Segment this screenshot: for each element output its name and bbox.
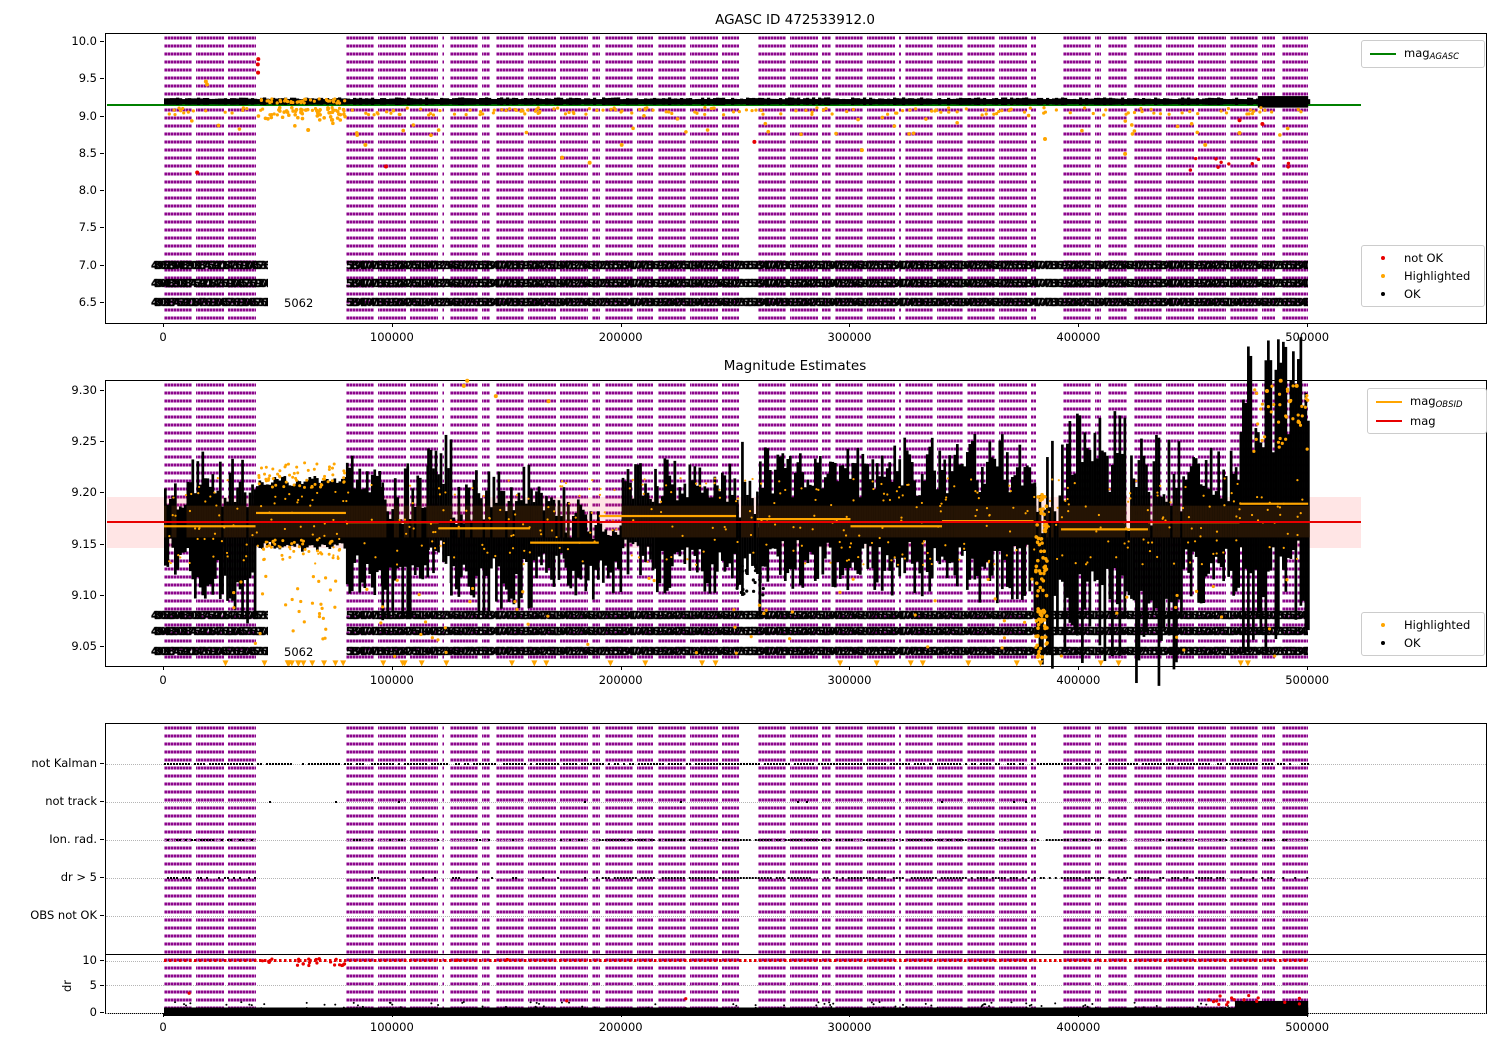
x-tick-mark <box>1078 323 1080 327</box>
category-label: not Kalman <box>31 756 97 770</box>
x-tick-label: 200000 <box>598 330 643 344</box>
x-tick-label: 400000 <box>1056 673 1101 687</box>
plot2-title: Magnitude Estimates <box>723 358 867 374</box>
y-tick-mark <box>100 915 104 916</box>
x-tick-label: 500000 <box>1285 1020 1330 1034</box>
x-tick-label: 300000 <box>827 673 872 687</box>
y-tick-label: 9.15 <box>71 536 97 551</box>
plot2-axes: 4890518904182903187463920184736192048573… <box>105 337 1487 686</box>
x-tick-label: 100000 <box>369 1020 414 1034</box>
category-label: OBS not OK <box>30 908 97 922</box>
x-tick-mark <box>620 323 622 327</box>
y-tick-mark <box>100 960 104 961</box>
x-tick-label: 100000 <box>369 330 414 344</box>
plot1-scatter-layer <box>164 57 1311 175</box>
x-tick-label: 0 <box>159 673 167 687</box>
y-tick-mark <box>100 839 104 840</box>
x-tick-mark <box>849 323 851 327</box>
x-tick-label: 300000 <box>827 330 872 344</box>
x-tick-label: 500000 <box>1285 673 1330 687</box>
y-tick-mark <box>100 801 104 802</box>
y-tick-label: 7.0 <box>78 257 97 272</box>
x-tick-label: 0 <box>159 330 167 344</box>
y-tick-label: 9.25 <box>71 434 97 449</box>
plot3-scatter-layer <box>164 763 1309 1016</box>
x-tick-label: 0 <box>159 1020 167 1034</box>
y-tick-mark <box>100 390 104 391</box>
x-tick-mark <box>163 323 164 327</box>
y-tick-mark <box>100 441 104 443</box>
y-tick-mark <box>100 264 104 266</box>
y-tick-mark <box>100 152 104 154</box>
y-tick-mark <box>100 646 104 647</box>
dr-tick-label: 0 <box>89 1005 97 1019</box>
x-tick-mark <box>391 323 393 327</box>
dr-cap-line <box>106 954 1486 956</box>
x-tick-label: 100000 <box>369 673 414 687</box>
plot1-axes: 4890518904182903187463920184736192048573… <box>105 33 1487 324</box>
dr-red-line <box>164 958 1309 962</box>
x-tick-mark <box>391 666 393 670</box>
y-tick-mark <box>100 190 104 192</box>
y-tick-mark <box>100 877 104 878</box>
y-tick-label: 9.0 <box>78 108 97 123</box>
y-tick-label: 8.5 <box>78 145 97 160</box>
plot3-axes <box>105 723 1487 1016</box>
x-tick-mark <box>1307 666 1309 670</box>
mag-line <box>106 521 1361 524</box>
y-tick-label: 9.05 <box>71 639 97 653</box>
x-tick-mark <box>620 666 622 670</box>
y-tick-mark <box>100 115 104 117</box>
x-tick-mark <box>163 1013 164 1017</box>
x-tick-mark <box>163 666 164 670</box>
plot2-scatter-layer <box>164 337 1310 686</box>
x-tick-label: 300000 <box>827 1020 872 1034</box>
y-tick-mark <box>100 301 104 303</box>
dr-tick-label: 10 <box>82 953 97 967</box>
x-tick-label: 500000 <box>1285 330 1330 344</box>
category-label: not track <box>45 794 97 808</box>
y-tick-mark <box>100 227 104 229</box>
y-tick-label: 9.10 <box>71 587 97 602</box>
y-tick-mark <box>100 594 104 596</box>
category-label: Ion. rad. <box>49 832 97 846</box>
y-tick-label: 9.20 <box>71 485 97 500</box>
plot1-title: AGASC ID 472533912.0 <box>715 12 875 28</box>
x-tick-mark <box>849 666 851 670</box>
dr-axis-label: dr <box>60 979 75 992</box>
y-tick-mark <box>100 492 104 494</box>
y-tick-label: 9.5 <box>78 71 97 86</box>
y-tick-label: 6.5 <box>78 294 97 309</box>
y-tick-mark <box>100 763 104 764</box>
y-tick-label: 8.0 <box>78 183 97 198</box>
x-tick-label: 400000 <box>1056 330 1101 344</box>
figure: AGASC ID 472533912.0 Magnitude Estimates… <box>0 0 1500 1050</box>
y-tick-mark <box>100 41 104 42</box>
x-tick-mark <box>1307 323 1309 327</box>
x-tick-mark <box>1078 666 1080 670</box>
x-tick-label: 400000 <box>1056 1020 1101 1034</box>
x-tick-label: 200000 <box>598 673 643 687</box>
y-tick-mark <box>100 984 104 986</box>
y-tick-label: 10.0 <box>71 34 97 48</box>
y-tick-mark <box>100 78 104 80</box>
category-label: dr > 5 <box>60 870 97 884</box>
y-tick-mark <box>100 1012 104 1013</box>
y-tick-mark <box>100 543 104 545</box>
y-tick-label: 9.30 <box>71 383 97 397</box>
x-tick-label: 200000 <box>598 1020 643 1034</box>
y-tick-label: 7.5 <box>78 220 97 235</box>
